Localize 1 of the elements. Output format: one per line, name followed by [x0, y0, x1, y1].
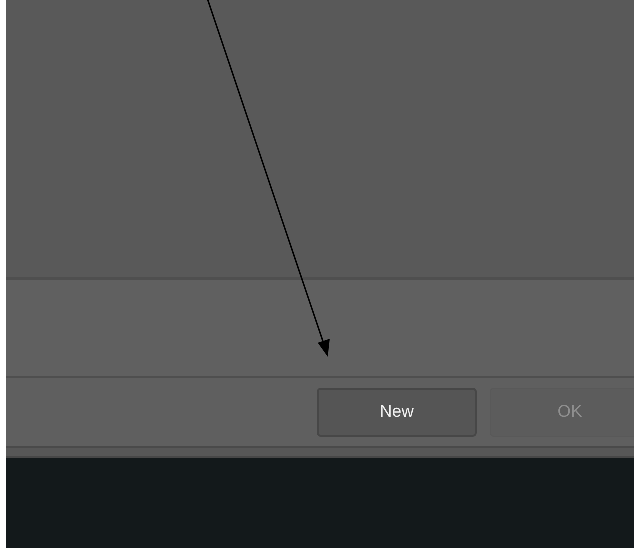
dialog-button[interactable]: New [317, 388, 477, 436]
